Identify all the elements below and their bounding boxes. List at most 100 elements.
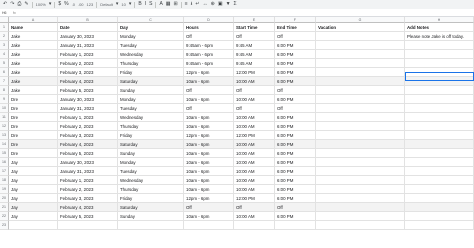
table-cell[interactable]: 6:00 PM xyxy=(275,140,316,149)
table-cell[interactable] xyxy=(405,140,474,149)
row-number[interactable]: 19 xyxy=(0,185,9,194)
toolbar-item[interactable]: ⊞ xyxy=(174,0,178,9)
column-title[interactable]: Hours xyxy=(184,23,234,32)
toolbar-item[interactable]: .0 xyxy=(72,0,75,9)
toolbar-item[interactable]: S xyxy=(149,0,152,9)
table-cell[interactable] xyxy=(405,104,474,113)
table-cell[interactable] xyxy=(316,68,405,77)
table-cell[interactable]: Off xyxy=(275,86,316,95)
table-cell[interactable]: Sunday xyxy=(118,86,184,95)
table-cell[interactable]: February 5, 2023 xyxy=(58,212,118,221)
table-cell[interactable]: Off xyxy=(184,86,234,95)
table-cell[interactable]: 9:45 AM xyxy=(234,50,275,59)
table-cell[interactable]: 6:00 PM xyxy=(275,158,316,167)
table-cell[interactable] xyxy=(405,194,474,203)
toolbar-item[interactable]: ▣ xyxy=(218,0,223,9)
table-cell[interactable] xyxy=(316,86,405,95)
table-cell[interactable] xyxy=(316,95,405,104)
table-cell[interactable] xyxy=(405,203,474,212)
table-cell[interactable]: February 1, 2023 xyxy=(58,113,118,122)
table-cell[interactable]: January 31, 2023 xyxy=(58,167,118,176)
table-cell[interactable]: 6:00 PM xyxy=(275,149,316,158)
toolbar-item[interactable]: ▾ xyxy=(49,0,52,9)
table-cell[interactable]: Jay xyxy=(9,167,58,176)
toolbar-item[interactable]: ▦ xyxy=(166,0,171,9)
row-number[interactable]: 5 xyxy=(0,59,9,68)
table-cell[interactable]: January 30, 2023 xyxy=(58,95,118,104)
table-cell[interactable]: 12pm - 6pm xyxy=(184,68,234,77)
row-number[interactable]: 4 xyxy=(0,50,9,59)
table-cell[interactable] xyxy=(316,59,405,68)
table-cell[interactable]: Off xyxy=(234,32,275,41)
toolbar-item[interactable]: A xyxy=(159,0,162,9)
table-cell[interactable]: Thursday xyxy=(118,59,184,68)
table-cell[interactable]: February 3, 2023 xyxy=(58,68,118,77)
toolbar-item[interactable]: ↔ xyxy=(203,0,208,9)
table-cell[interactable]: 10am - 6pm xyxy=(184,122,234,131)
row-number[interactable]: 14 xyxy=(0,140,9,149)
table-cell[interactable]: Saturday xyxy=(118,203,184,212)
table-cell[interactable]: January 31, 2023 xyxy=(58,104,118,113)
toolbar-item[interactable]: ↷ xyxy=(10,0,14,9)
table-cell[interactable] xyxy=(316,176,405,185)
table-cell[interactable]: 6:00 PM xyxy=(275,95,316,104)
table-cell[interactable] xyxy=(316,221,405,230)
toolbar-item[interactable]: ↶ xyxy=(3,0,7,9)
table-cell[interactable]: Jay xyxy=(9,212,58,221)
table-cell[interactable] xyxy=(405,149,474,158)
table-cell[interactable]: Jake xyxy=(9,32,58,41)
table-cell[interactable]: Jay xyxy=(9,194,58,203)
row-number[interactable]: 10 xyxy=(0,104,9,113)
table-cell[interactable]: 6:00 PM xyxy=(275,77,316,86)
table-cell[interactable]: 6:00 PM xyxy=(275,59,316,68)
row-number[interactable]: 15 xyxy=(0,149,9,158)
table-cell[interactable]: January 30, 2023 xyxy=(58,32,118,41)
table-cell[interactable]: 12:00 PM xyxy=(234,131,275,140)
table-cell[interactable]: 10:00 AM xyxy=(234,122,275,131)
table-cell[interactable]: Off xyxy=(184,32,234,41)
table-cell[interactable]: Dre xyxy=(9,149,58,158)
table-cell[interactable]: Jake xyxy=(9,68,58,77)
table-cell[interactable]: 6:00 PM xyxy=(275,68,316,77)
table-cell[interactable]: February 1, 2023 xyxy=(58,176,118,185)
toolbar-item[interactable]: I xyxy=(145,0,146,9)
toolbar-item[interactable]: % xyxy=(64,0,68,9)
table-cell[interactable]: Off xyxy=(184,203,234,212)
table-cell[interactable] xyxy=(316,41,405,50)
table-cell[interactable]: Tuesday xyxy=(118,104,184,113)
table-cell[interactable]: 6:00 PM xyxy=(275,194,316,203)
table-cell[interactable]: Off xyxy=(275,104,316,113)
table-cell[interactable]: Tuesday xyxy=(118,167,184,176)
table-cell[interactable]: Dre xyxy=(9,95,58,104)
row-number[interactable]: 6 xyxy=(0,68,9,77)
table-cell[interactable]: 12:00 PM xyxy=(234,194,275,203)
table-cell[interactable]: Wednesday xyxy=(118,113,184,122)
table-cell[interactable]: 10:00 AM xyxy=(234,185,275,194)
table-cell[interactable]: 10:00 AM xyxy=(234,176,275,185)
toolbar-item[interactable]: ✎ xyxy=(24,0,28,9)
table-cell[interactable]: Monday xyxy=(118,32,184,41)
table-cell[interactable]: February 2, 2023 xyxy=(58,59,118,68)
table-cell[interactable]: 10:00 AM xyxy=(234,77,275,86)
table-cell[interactable]: 10am - 6pm xyxy=(184,158,234,167)
table-cell[interactable] xyxy=(405,221,474,230)
table-cell[interactable]: 10am - 6pm xyxy=(184,149,234,158)
table-cell[interactable] xyxy=(316,149,405,158)
column-title[interactable]: Date xyxy=(58,23,118,32)
table-cell[interactable] xyxy=(405,131,474,140)
table-cell[interactable]: Jake xyxy=(9,86,58,95)
table-cell[interactable] xyxy=(316,212,405,221)
row-number[interactable]: 16 xyxy=(0,158,9,167)
table-cell[interactable] xyxy=(316,122,405,131)
row-number[interactable]: 17 xyxy=(0,167,9,176)
table-cell[interactable]: February 2, 2023 xyxy=(58,122,118,131)
table-cell[interactable]: Jay xyxy=(9,158,58,167)
table-cell[interactable] xyxy=(316,140,405,149)
table-cell[interactable]: 6:00 PM xyxy=(275,131,316,140)
table-cell[interactable]: 6:00 PM xyxy=(275,122,316,131)
table-cell[interactable] xyxy=(316,185,405,194)
table-cell[interactable]: February 3, 2023 xyxy=(58,194,118,203)
table-cell[interactable]: 12pm - 6pm xyxy=(184,194,234,203)
toolbar-item[interactable]: ▾ xyxy=(129,0,132,9)
table-cell[interactable] xyxy=(405,158,474,167)
